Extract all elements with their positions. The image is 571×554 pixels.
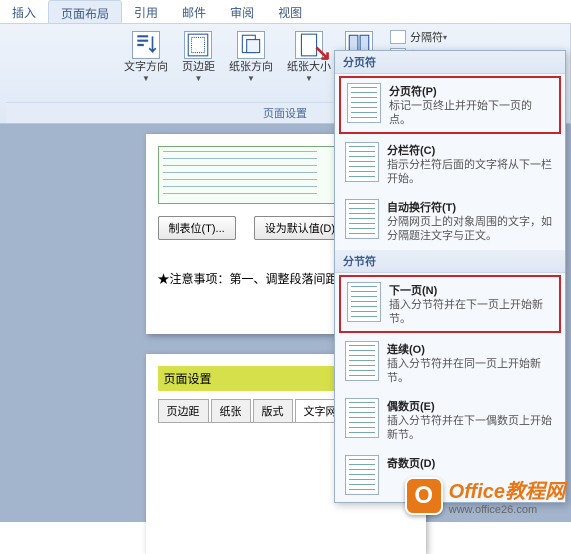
tab-references[interactable]: 引用	[122, 0, 170, 23]
annotation-arrow: ↘	[313, 40, 331, 66]
margins-icon	[184, 31, 212, 59]
chevron-down-icon: ▾	[443, 33, 447, 42]
breaks-button[interactable]: 分隔符 ▾	[386, 28, 451, 46]
menu-item-next-page[interactable]: 下一页(N)插入分节符并在下一页上开始新节。	[339, 275, 561, 333]
menu-item-text-wrapping[interactable]: 自动换行符(T)分隔网页上的对象周围的文字，如分隔题注文字与正文。	[338, 193, 562, 249]
ribbon-tabbar: 插入 页面布局 引用 邮件 审阅 视图	[0, 0, 571, 24]
menu-item-column-break[interactable]: 分栏符(C)指示分栏符后面的文字将从下一栏开始。	[338, 136, 562, 192]
dialog-tab-paper[interactable]: 纸张	[211, 399, 251, 422]
chevron-down-icon: ▼	[142, 74, 150, 83]
watermark: Office教程网 www.office26.com	[405, 475, 565, 516]
menu-header-section-breaks: 分节符	[335, 250, 565, 273]
tabstop-button[interactable]: 制表位(T)...	[158, 216, 236, 240]
next-page-icon	[347, 282, 381, 322]
dialog-tab-margin[interactable]: 页边距	[158, 399, 209, 422]
chevron-down-icon: ▼	[195, 74, 203, 83]
continuous-icon	[345, 341, 379, 381]
orientation-icon	[237, 31, 265, 59]
breaks-icon	[390, 30, 406, 44]
set-default-button[interactable]: 设为默认值(D)	[254, 216, 346, 240]
watermark-url: www.office26.com	[449, 504, 565, 516]
margins-button[interactable]: 页边距▼	[177, 28, 220, 86]
page-break-icon	[347, 83, 381, 123]
text-direction-button[interactable]: 文字方向▼	[119, 28, 173, 86]
even-page-icon	[345, 398, 379, 438]
watermark-logo-icon	[405, 477, 443, 515]
chevron-down-icon: ▼	[247, 74, 255, 83]
menu-item-continuous[interactable]: 连续(O)插入分节符并在同一页上开始新节。	[338, 335, 562, 391]
breaks-menu: 分页符 分页符(P)标记一页终止并开始下一页的点。 分栏符(C)指示分栏符后面的…	[334, 50, 566, 503]
tab-insert[interactable]: 插入	[0, 0, 48, 23]
tab-mailings[interactable]: 邮件	[170, 0, 218, 23]
menu-item-page-break[interactable]: 分页符(P)标记一页终止并开始下一页的点。	[339, 76, 561, 134]
menu-item-even-page[interactable]: 偶数页(E)插入分节符并在下一偶数页上开始新节。	[338, 392, 562, 448]
odd-page-icon	[345, 455, 379, 495]
dialog-tab-layout[interactable]: 版式	[253, 399, 293, 422]
text-wrapping-icon	[345, 199, 379, 239]
tab-view[interactable]: 视图	[266, 0, 314, 23]
orientation-button[interactable]: 纸张方向▼	[224, 28, 278, 86]
watermark-brand: Office教程网	[449, 475, 565, 504]
text-direction-icon	[132, 31, 160, 59]
chevron-down-icon: ▼	[305, 74, 313, 83]
tab-review[interactable]: 审阅	[218, 0, 266, 23]
column-break-icon	[345, 142, 379, 182]
menu-header-page-breaks: 分页符	[335, 51, 565, 74]
tab-page-layout[interactable]: 页面布局	[48, 0, 122, 23]
